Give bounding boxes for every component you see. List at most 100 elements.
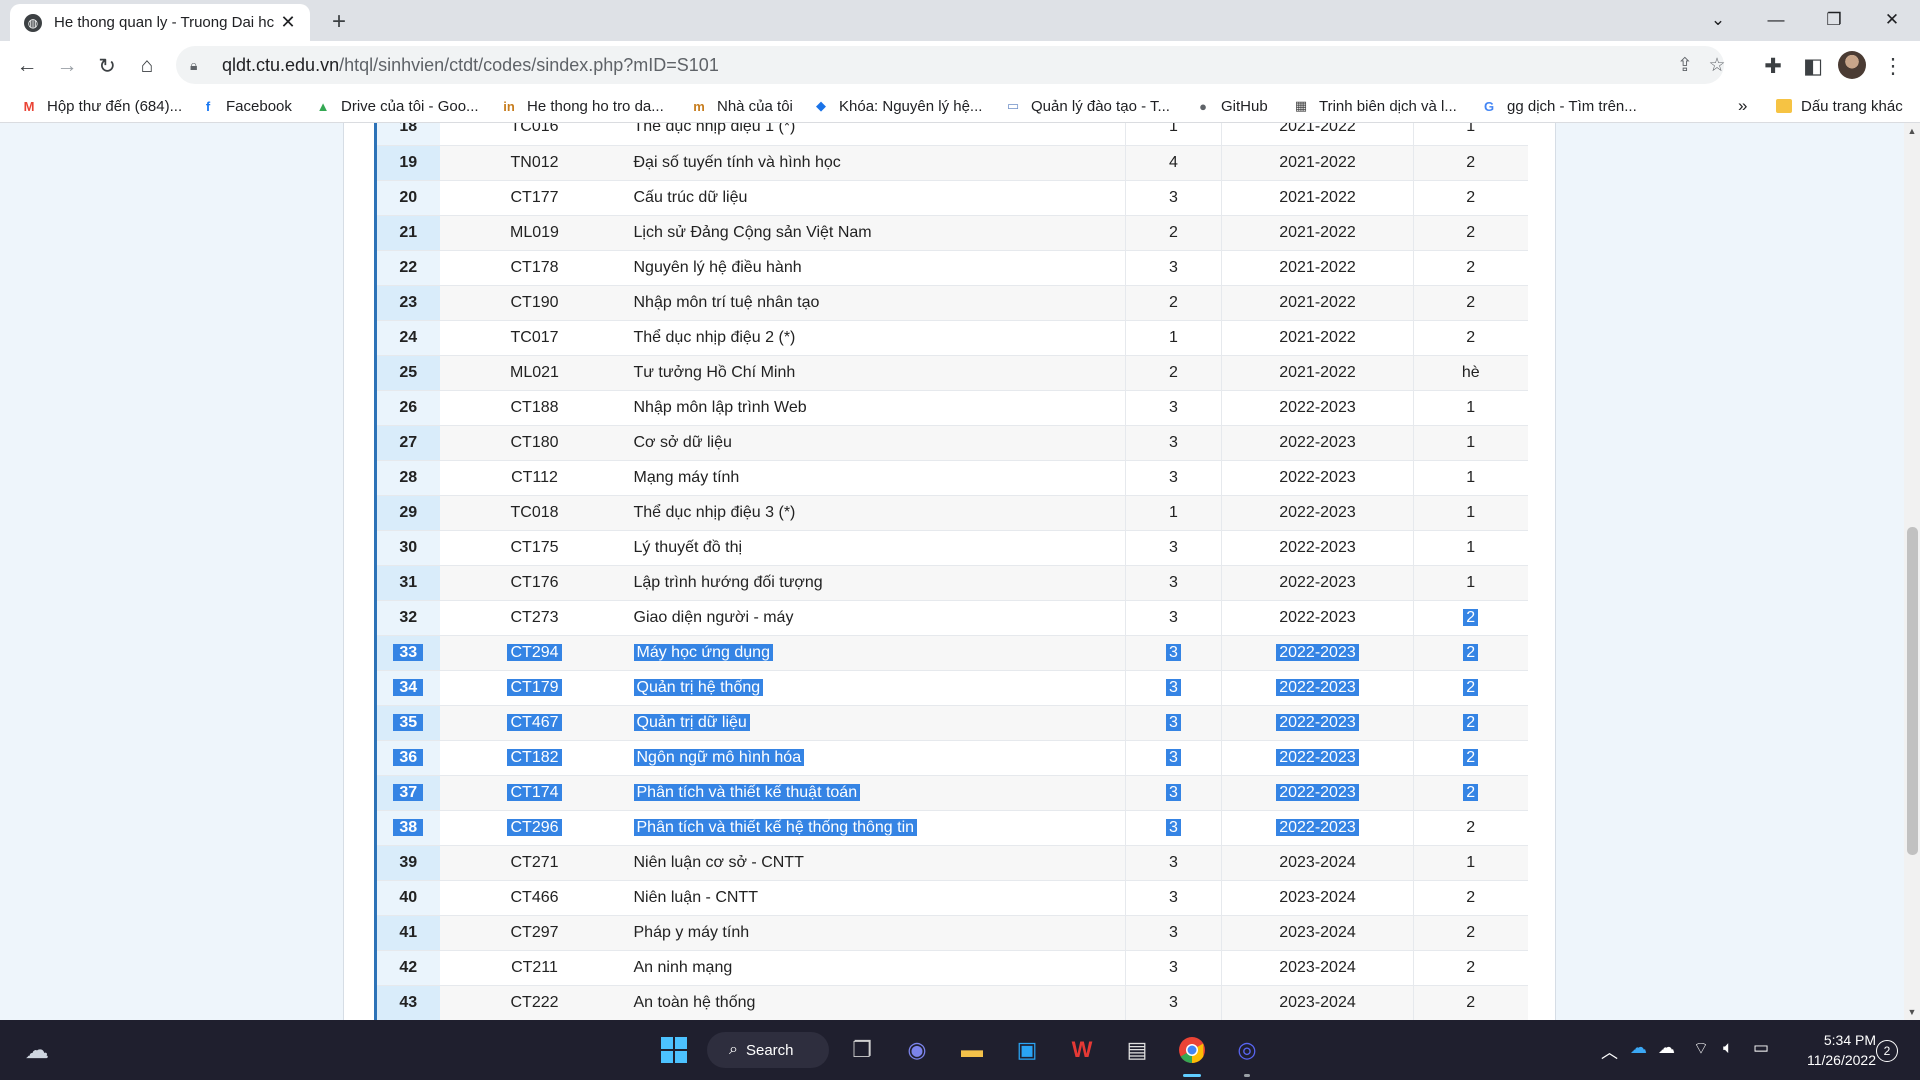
course-code-cell: CT188 <box>439 390 630 426</box>
bookmark-item[interactable]: f Facebook <box>199 95 292 117</box>
row-number: 25 <box>399 363 418 381</box>
row-number-cell: 36 <box>374 740 440 776</box>
course-semester-cell: 1 <box>1413 460 1528 496</box>
course-year: 2022-2023 <box>1276 783 1359 801</box>
lock-icon[interactable]: 🔒︎ <box>190 57 212 74</box>
bookmark-item[interactable]: in He thong ho tro da... <box>500 95 664 117</box>
bookmark-item[interactable]: ◆ Khóa: Nguyên lý hệ... <box>812 95 982 117</box>
course-semester-cell: 1 <box>1413 845 1528 881</box>
course-year: 2021-2022 <box>1279 258 1356 276</box>
other-bookmarks-folder[interactable]: Dấu trang khác <box>1776 95 1903 117</box>
task-view-icon[interactable]: ❐ <box>845 1033 879 1067</box>
ctu-icon: in <box>503 98 515 114</box>
taskbar-clock[interactable]: 5:34 PM 11/26/2022 <box>1786 1030 1876 1070</box>
tray-overflow-chevron-icon[interactable]: ︿ <box>1601 1038 1618 1063</box>
wifi-icon[interactable]: ⌔ <box>1693 1038 1709 1059</box>
table-row: 30 CT175 Lý thuyết đồ thị 3 2022-2023 1 <box>374 530 1528 566</box>
course-semester: 1 <box>1466 398 1476 416</box>
notification-badge[interactable]: 2 <box>1876 1040 1898 1062</box>
bookmarks-overflow-icon[interactable]: » <box>1738 95 1747 117</box>
course-name: Tư tưởng Hồ Chí Minh <box>633 363 796 381</box>
course-credits-cell: 3 <box>1125 985 1222 1020</box>
course-credits: 3 <box>1169 538 1178 556</box>
onedrive-icon[interactable]: ☁ <box>1630 1038 1647 1058</box>
tab-close-icon[interactable]: ✕ <box>278 12 298 33</box>
row-number-cell: 18 <box>374 123 440 146</box>
scrollbar-thumb[interactable] <box>1907 527 1918 855</box>
taskbar-search-button[interactable]: ⌕ Search <box>707 1032 829 1068</box>
store-icon[interactable]: ▣ <box>1010 1033 1044 1067</box>
course-credits: 3 <box>1166 713 1181 731</box>
url-text[interactable]: qldt.ctu.edu.vn/htql/sinhvien/ctdt/codes… <box>222 55 719 76</box>
course-year-cell: 2022-2023 <box>1221 775 1414 811</box>
weather-icon[interactable]: ☁ <box>20 1033 54 1067</box>
battery-icon[interactable]: ▭ <box>1753 1038 1769 1058</box>
course-code: CT175 <box>510 538 559 556</box>
reload-icon[interactable]: ↻ <box>90 49 124 83</box>
bookmark-label: Quản lý đào tạo - T... <box>1031 97 1170 115</box>
app-icon[interactable]: ▤ <box>1120 1033 1154 1067</box>
chat-icon[interactable]: ◉ <box>900 1033 934 1067</box>
course-semester: 2 <box>1463 713 1479 731</box>
course-credits-cell: 3 <box>1125 425 1222 461</box>
table-row: 32 CT273 Giao diện người - máy 3 2022-2023 2 <box>374 600 1528 636</box>
table-row: 24 TC017 Thể dục nhịp điệu 2 (*) 1 2021-2022… <box>374 320 1528 356</box>
table-row: 35 CT467 Quản trị dữ liệu 3 2022-2023 2 <box>374 705 1528 741</box>
file-explorer-icon[interactable]: ▬ <box>955 1033 989 1067</box>
course-code: TN012 <box>510 153 559 171</box>
diamond-icon: ◆ <box>816 98 826 113</box>
restore-button[interactable]: ❐ <box>1806 0 1862 40</box>
course-name-cell: Lập trình hướng đối tượng <box>629 565 1126 601</box>
course-credits-cell: 3 <box>1125 880 1222 916</box>
discord-icon[interactable]: ◎ <box>1230 1033 1264 1067</box>
bookmark-item[interactable]: ▭ Quản lý đào tạo - T... <box>1004 95 1170 117</box>
scroll-up-arrow-icon[interactable]: ▲ <box>1904 123 1920 139</box>
forward-arrow-icon[interactable]: → <box>50 49 84 83</box>
chrome-icon[interactable] <box>1175 1033 1209 1067</box>
course-credits: 2 <box>1169 223 1178 241</box>
table-row: 31 CT176 Lập trình hướng đối tượng 3 2022-20… <box>374 565 1528 601</box>
cloud-icon[interactable]: ☁ <box>1658 1038 1675 1058</box>
page-scrollbar[interactable]: ▲ ▼ <box>1904 123 1920 1020</box>
course-semester: 1 <box>1466 433 1476 451</box>
new-tab-button[interactable]: + <box>325 8 353 36</box>
row-number: 35 <box>393 713 424 731</box>
course-credits: 3 <box>1166 678 1181 696</box>
back-arrow-icon[interactable]: ← <box>10 49 44 83</box>
scroll-down-arrow-icon[interactable]: ▼ <box>1904 1004 1920 1020</box>
course-year: 2022-2023 <box>1276 713 1359 731</box>
profile-avatar[interactable] <box>1838 51 1866 79</box>
course-name: Thể dục nhịp điệu 2 (*) <box>633 328 796 346</box>
share-icon[interactable]: ⇪ <box>1670 50 1700 80</box>
close-window-button[interactable]: ✕ <box>1864 0 1920 40</box>
bookmark-item[interactable]: m Nhà của tôi <box>690 95 793 117</box>
bookmark-star-icon[interactable]: ☆ <box>1702 50 1732 80</box>
row-number: 21 <box>399 223 418 241</box>
volume-icon[interactable]: 🔈︎ <box>1723 1038 1733 1058</box>
address-bar[interactable]: 🔒︎ qldt.ctu.edu.vn/htql/sinhvien/ctdt/co… <box>176 46 1726 84</box>
row-number: 30 <box>399 538 418 556</box>
extensions-puzzle-icon[interactable]: ✚ <box>1756 49 1790 83</box>
browser-tab[interactable]: ◍ He thong quan ly - Truong Dai hc ✕ <box>10 4 310 41</box>
home-icon[interactable]: ⌂ <box>130 49 164 83</box>
bookmark-item[interactable]: Ggg dịch - Tìm trên... <box>1480 95 1637 117</box>
tab-search-chevron-icon[interactable]: ⌄ <box>1690 0 1746 40</box>
bookmark-item[interactable]: ▦ Trinh biên dịch và l... <box>1292 95 1457 117</box>
course-code-cell: CT222 <box>439 985 630 1020</box>
table-row: 21 ML019 Lịch sử Đảng Cộng sản Việt Nam 2 20… <box>374 215 1528 251</box>
course-credits: 3 <box>1169 993 1178 1011</box>
wps-office-icon[interactable]: W <box>1065 1033 1099 1067</box>
course-year: 2021-2022 <box>1279 363 1356 381</box>
bookmark-item[interactable]: ● GitHub <box>1194 95 1268 117</box>
course-credits-cell: 1 <box>1125 495 1222 531</box>
side-panel-icon[interactable]: ◧ <box>1796 49 1830 83</box>
windows-start-icon[interactable] <box>657 1033 691 1067</box>
more-menu-icon[interactable]: ⋮ <box>1876 49 1910 83</box>
bookmark-item[interactable]: ▲ Drive của tôi - Goo... <box>314 95 479 117</box>
course-year: 2023-2024 <box>1279 853 1356 871</box>
bookmark-item[interactable]: M Hộp thư đến (684)... <box>20 95 183 117</box>
search-label: Search <box>745 1041 794 1059</box>
row-number-cell: 20 <box>374 180 440 216</box>
course-code-cell: CT297 <box>439 915 630 951</box>
minimize-button[interactable]: — <box>1748 0 1804 40</box>
